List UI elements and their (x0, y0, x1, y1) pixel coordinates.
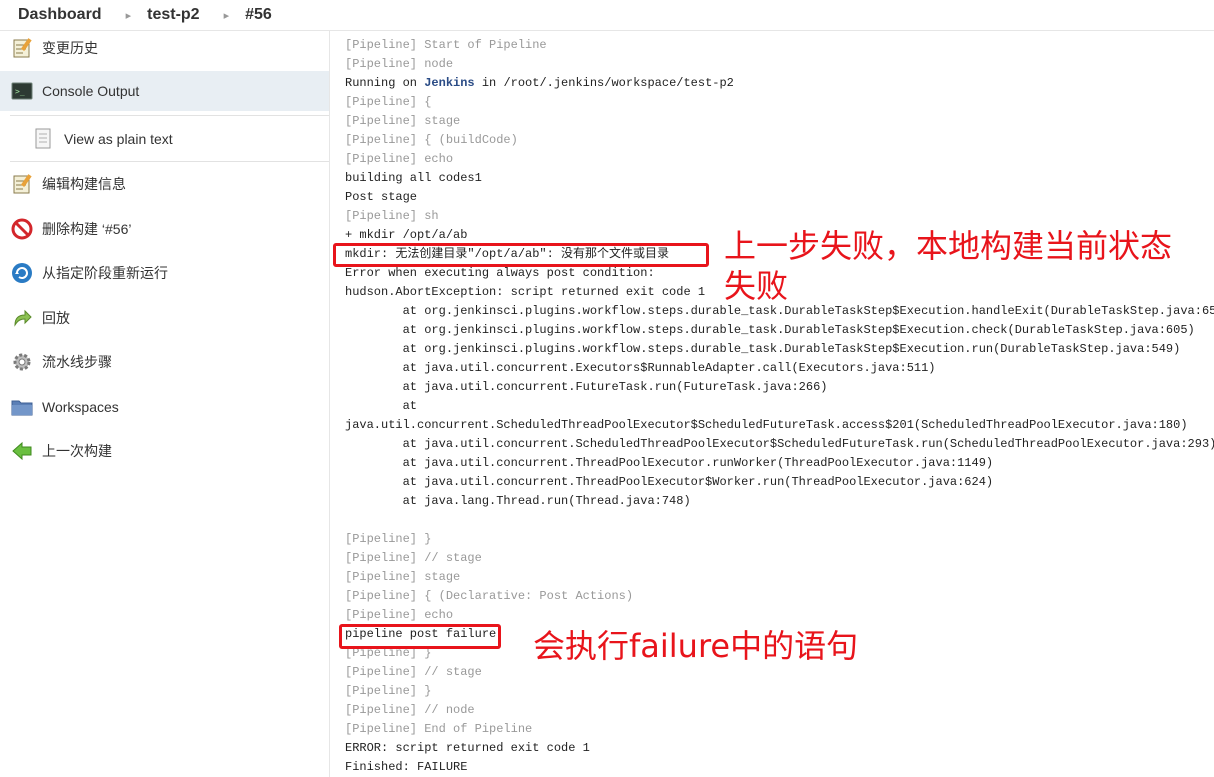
sidebar-item-label: View as plain text (64, 130, 173, 147)
svg-text:>_: >_ (15, 87, 25, 96)
annotation-step-failed: 上一步失败，本地构建当前状态 失败 (724, 226, 1172, 306)
sidebar-item-label: 上一次构建 (42, 443, 112, 459)
sidebar-item-label: 回放 (42, 310, 70, 326)
sidebar-item-edit-build-info[interactable]: 编辑构建信息 (0, 164, 329, 204)
console-line: [Pipeline] echo (345, 608, 454, 622)
annotation-line: 上一步失败，本地构建当前状态 (724, 227, 1173, 265)
console-line: java.util.concurrent.ScheduledThreadPool… (345, 418, 1188, 432)
console-line-prefix: Running on (345, 76, 425, 90)
gear-icon (11, 351, 33, 373)
sidebar-item-replay[interactable]: 回放 (0, 298, 329, 338)
console-line: [Pipeline] { (345, 95, 432, 109)
sidebar-item-label: 变更历史 (42, 40, 98, 56)
sidebar-item-label: 编辑构建信息 (42, 176, 126, 192)
back-arrow-icon (11, 440, 33, 462)
sidebar-item-label: 从指定阶段重新运行 (42, 265, 168, 281)
sidebar-item-label: Console Output (42, 83, 140, 99)
console-line: building all codes1 (345, 171, 482, 185)
console-line: [Pipeline] echo (345, 152, 454, 166)
console-line: [Pipeline] stage (345, 114, 461, 128)
sidebar: 变更历史 >_ Console Output View as plain tex… (0, 31, 330, 777)
console-line: [Pipeline] { (buildCode) (345, 133, 518, 147)
replay-arrow-icon (11, 307, 33, 329)
console-line: [Pipeline] // node (345, 703, 475, 717)
document-icon (32, 128, 54, 150)
console-line-suffix: in /root/.jenkins/workspace/test-p2 (474, 76, 734, 90)
console-line: at java.util.concurrent.ThreadPoolExecut… (345, 475, 994, 489)
sidebar-item-delete-build[interactable]: 删除构建 ‘#56’ (0, 209, 329, 249)
console-line: [Pipeline] node (345, 57, 454, 71)
notepad-icon (11, 173, 33, 195)
console-line: at java.util.concurrent.ScheduledThreadP… (345, 437, 1214, 451)
agent-link[interactable]: Jenkins (424, 76, 474, 90)
sidebar-item-changes[interactable]: 变更历史 (0, 28, 329, 68)
annotation-line: 失败 (724, 267, 789, 305)
console-line: [Pipeline] { (Declarative: Post Actions) (345, 589, 634, 603)
sidebar-item-pipeline-steps[interactable]: 流水线步骤 (0, 342, 329, 382)
console-line: Finished: FAILURE (345, 760, 468, 774)
console-line: at java.util.concurrent.ThreadPoolExecut… (345, 456, 994, 470)
sidebar-item-restart-from-stage[interactable]: 从指定阶段重新运行 (0, 253, 329, 293)
console-line: at (345, 399, 418, 413)
breadcrumb-separator-icon[interactable]: ▸ (224, 9, 230, 22)
console-line: [Pipeline] Start of Pipeline (345, 38, 547, 52)
sidebar-item-previous-build[interactable]: 上一次构建 (0, 431, 329, 471)
breadcrumb-dashboard[interactable]: Dashboard (0, 6, 102, 24)
sidebar-item-label: 流水线步骤 (42, 354, 112, 370)
console-line: [Pipeline] // stage (345, 551, 482, 565)
console-line: at java.lang.Thread.run(Thread.java:748) (345, 494, 691, 508)
console-line: [Pipeline] End of Pipeline (345, 722, 533, 736)
breadcrumb-build[interactable]: #56 (245, 6, 272, 24)
console-line: [Pipeline] } (345, 684, 432, 698)
sidebar-item-workspaces[interactable]: Workspaces (0, 387, 329, 427)
console-line: at java.util.concurrent.Executors$Runnab… (345, 361, 936, 375)
breadcrumb: Dashboard ▸ test-p2 ▸ #56 (0, 0, 1214, 31)
console-line: at java.util.concurrent.FutureTask.run(F… (345, 380, 828, 394)
console-line: Running on Jenkins in /root/.jenkins/wor… (345, 74, 1214, 93)
notepad-icon (11, 37, 33, 59)
folder-icon (11, 396, 33, 418)
sidebar-item-view-plain-text[interactable]: View as plain text (10, 116, 329, 161)
console-subpanel: View as plain text (10, 115, 329, 162)
sidebar-item-console-output[interactable]: >_ Console Output (0, 71, 329, 111)
highlight-box-post-failure (339, 624, 501, 649)
terminal-icon: >_ (11, 80, 33, 102)
highlight-box-mkdir-error (333, 243, 709, 267)
console-line: [Pipeline] } (345, 532, 432, 546)
refresh-icon (11, 262, 33, 284)
breadcrumb-job[interactable]: test-p2 (147, 6, 199, 24)
console-line: [Pipeline] sh (345, 209, 439, 223)
annotation-failure-branch: 会执行failure中的语句 (533, 627, 859, 665)
no-entry-icon (11, 218, 33, 240)
console-line: at org.jenkinsci.plugins.workflow.steps.… (345, 342, 1181, 356)
console-line: Post stage (345, 190, 418, 204)
sidebar-item-label: Workspaces (42, 399, 119, 415)
sidebar-item-label: 删除构建 ‘#56’ (42, 221, 132, 237)
console-line: at org.jenkinsci.plugins.workflow.steps.… (345, 323, 1195, 337)
console-line: [Pipeline] stage (345, 570, 461, 584)
console-line: ERROR: script returned exit code 1 (345, 741, 590, 755)
breadcrumb-separator-icon[interactable]: ▸ (126, 9, 132, 22)
